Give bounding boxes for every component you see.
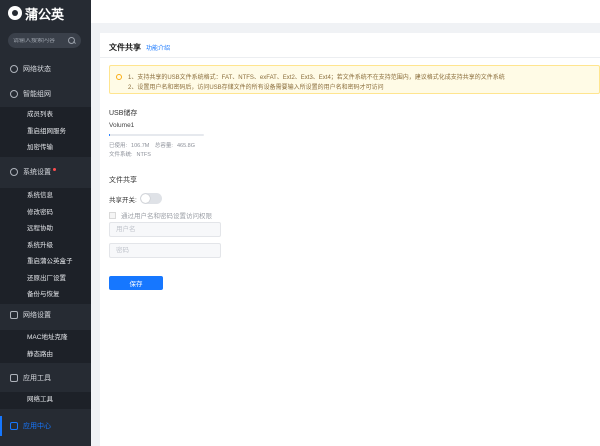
sidebar-group-network-settings[interactable]: 网络设置 (0, 305, 91, 325)
filesystem-info: 文件系统: NTFS (109, 150, 155, 158)
share-toggle[interactable] (139, 193, 162, 204)
sidebar-item-backup-restore[interactable]: 备份与恢复 (0, 287, 91, 304)
sidebar-item-system-info[interactable]: 系统信息 (0, 188, 91, 205)
sidebar-item-encryption[interactable]: 加密传输 (0, 140, 91, 157)
fs-label: 文件系统: (109, 152, 133, 158)
sidebar-group-network-status[interactable]: 网络状态 (0, 59, 91, 79)
capacity-label: 总容量: (154, 143, 173, 149)
capacity-value: 465.8G (176, 143, 195, 149)
divider (100, 57, 600, 58)
sidebar-item-members[interactable]: 成员列表 (0, 107, 91, 124)
page-title: 文件共享 (109, 43, 141, 52)
used-label: 已使用: (109, 143, 128, 149)
logo-icon (8, 6, 22, 20)
sidebar-item-change-password[interactable]: 修改密码 (0, 205, 91, 222)
password-input[interactable] (109, 243, 221, 258)
sidebar-item-system-upgrade[interactable]: 系统升级 (0, 238, 91, 255)
network-settings-submenu: MAC地址克隆 静态路由 (0, 330, 91, 363)
logo: 蒲公英 (8, 3, 64, 23)
fs-value: NTFS (136, 152, 151, 158)
sidebar: 蒲公英 网络状态 智能组网 成员列表 重启组网服务 加密传输 系统设置 系统信息… (0, 0, 91, 446)
search-box (8, 33, 81, 48)
top-bar (91, 0, 600, 23)
volume-name: Volume1 (109, 122, 135, 129)
usage-progress-fill (109, 134, 110, 136)
network-settings-icon (10, 311, 18, 319)
sidebar-group-label: 应用中心 (23, 423, 51, 430)
main-card: 文件共享 功能介绍 1、支持共享的USB文件系统格式：FAT、NTFS、exFA… (100, 33, 600, 446)
save-button[interactable]: 保存 (109, 276, 163, 290)
notice-line-1: 1、支持共享的USB文件系统格式：FAT、NTFS、exFAT、Ext2、Ext… (128, 75, 505, 81)
search-icon[interactable] (68, 36, 76, 45)
usb-storage-title: USB储存 (109, 110, 138, 117)
smart-network-icon (10, 90, 18, 98)
sidebar-group-smart-network[interactable]: 智能组网 (0, 84, 91, 104)
tools-icon (10, 374, 18, 382)
sidebar-item-remote-assist[interactable]: 远程协助 (0, 221, 91, 238)
used-value: 106.7M (131, 143, 150, 149)
sidebar-group-label: 应用工具 (23, 375, 51, 382)
auth-checkbox-label: 通过用户名和密码设置访问权限 (121, 213, 212, 220)
help-link[interactable]: 功能介绍 (146, 43, 170, 52)
info-icon (116, 74, 122, 80)
smart-network-submenu: 成员列表 重启组网服务 加密传输 (0, 107, 91, 157)
share-switch-row: 共享开关: (109, 193, 162, 204)
sidebar-group-label: 系统设置 (23, 169, 51, 176)
gear-icon (10, 168, 18, 176)
sidebar-item-restart-network[interactable]: 重启组网服务 (0, 124, 91, 141)
notice-box: 1、支持共享的USB文件系统格式：FAT、NTFS、exFAT、Ext2、Ext… (109, 65, 600, 94)
brand-name: 蒲公英 (25, 6, 65, 22)
auth-checkbox[interactable] (109, 211, 116, 219)
search-input[interactable] (13, 37, 68, 44)
sidebar-group-tools[interactable]: 应用工具 (0, 368, 91, 388)
usage-info: 已使用: 106.7M 总容量: 465.8G (109, 141, 199, 149)
sidebar-group-system-settings[interactable]: 系统设置 (0, 162, 91, 182)
notice-line-2: 2、设置用户名和密码后，访问USB存储文件的所有设备需要输入所设置的用户名和密码… (128, 85, 384, 91)
sidebar-item-mac-clone[interactable]: MAC地址克隆 (0, 330, 91, 347)
sidebar-item-reboot-box[interactable]: 重启蒲公英盒子 (0, 254, 91, 271)
share-switch-label: 共享开关: (109, 196, 137, 204)
auth-checkbox-row: 通过用户名和密码设置访问权限 (109, 210, 212, 220)
network-status-icon (10, 65, 18, 73)
usage-progress (109, 134, 204, 136)
file-share-title: 文件共享 (109, 177, 137, 184)
sidebar-group-label: 网络状态 (23, 66, 51, 73)
notification-dot (53, 168, 56, 171)
sidebar-group-label: 智能组网 (23, 91, 51, 98)
system-settings-submenu: 系统信息 修改密码 远程协助 系统升级 重启蒲公英盒子 还原出厂设置 备份与恢复 (0, 188, 91, 304)
sidebar-item-static-route[interactable]: 静态路由 (0, 347, 91, 364)
sidebar-item-factory-reset[interactable]: 还原出厂设置 (0, 271, 91, 288)
card-header: 文件共享 功能介绍 (109, 42, 170, 53)
tools-submenu: 网络工具 (0, 392, 91, 409)
toggle-knob (140, 194, 150, 203)
username-input[interactable] (109, 222, 221, 237)
sidebar-item-network-tools[interactable]: 网络工具 (0, 392, 91, 409)
sidebar-group-app-center[interactable]: 应用中心 (0, 416, 91, 436)
sidebar-group-label: 网络设置 (23, 312, 51, 319)
app-center-icon (10, 422, 18, 430)
